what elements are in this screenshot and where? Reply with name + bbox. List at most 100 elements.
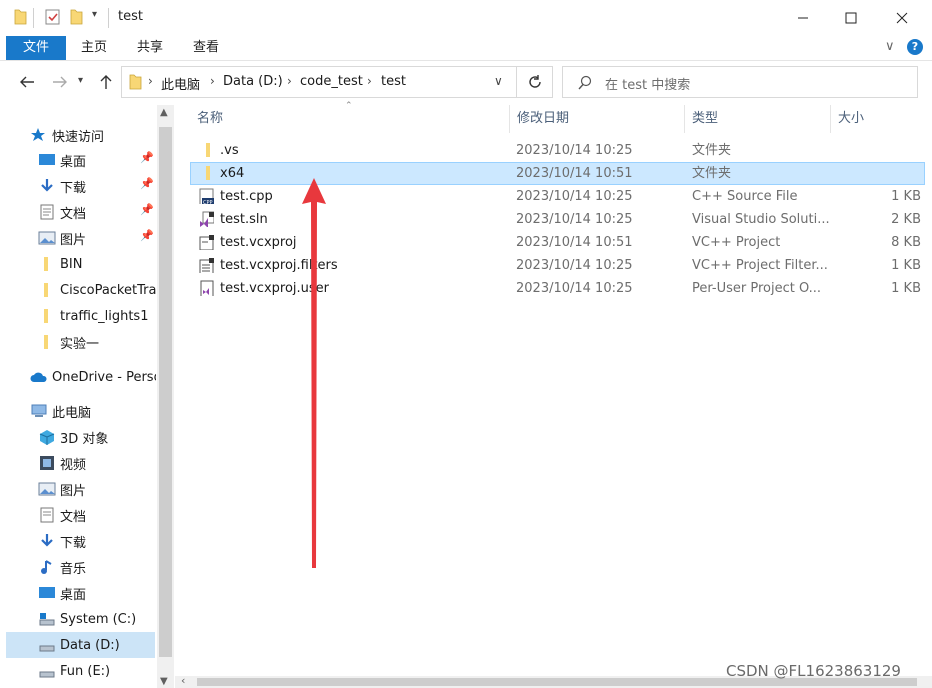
sidebar-item-data-d[interactable]: Data (D:) bbox=[6, 632, 155, 658]
drive-c-icon bbox=[39, 613, 55, 626]
sidebar-item-label: 音乐 bbox=[60, 561, 87, 577]
star-icon bbox=[31, 128, 45, 141]
file-name: x64 bbox=[220, 166, 245, 181]
back-button[interactable] bbox=[16, 71, 38, 93]
file-type: C++ Source File bbox=[692, 189, 798, 204]
breadcrumb-separator-icon: › bbox=[148, 74, 153, 88]
help-icon[interactable]: ? bbox=[907, 39, 923, 55]
maximize-button[interactable] bbox=[828, 0, 874, 36]
documents-icon bbox=[40, 204, 54, 220]
address-history-dropdown[interactable]: ∨ bbox=[494, 74, 503, 88]
cpp-file-icon: CPP bbox=[199, 188, 214, 204]
tab-view[interactable]: 查看 bbox=[182, 36, 230, 60]
breadcrumb-test[interactable]: test bbox=[381, 74, 406, 89]
up-button[interactable] bbox=[95, 71, 117, 93]
pin-icon[interactable]: 📌 bbox=[140, 151, 154, 164]
file-size: 1 KB bbox=[891, 189, 921, 204]
folder-icon bbox=[44, 335, 48, 349]
search-icon bbox=[578, 75, 592, 90]
filters-file-icon bbox=[199, 258, 214, 273]
watermark: CSDN @FL1623863129 bbox=[726, 662, 901, 680]
file-size: 1 KB bbox=[891, 281, 921, 296]
sidebar-item-label: Data (D:) bbox=[60, 637, 120, 653]
file-type: Visual Studio Soluti... bbox=[692, 212, 830, 227]
sidebar-item-label: 图片 bbox=[60, 483, 87, 499]
3d-objects-icon bbox=[39, 430, 55, 445]
minimize-button[interactable] bbox=[780, 0, 826, 36]
file-name: test.cpp bbox=[220, 189, 273, 204]
sidebar-item-label: 3D 对象 bbox=[60, 431, 109, 447]
scroll-down-icon[interactable]: ▼ bbox=[160, 676, 168, 687]
file-name: test.vcxproj bbox=[220, 235, 297, 250]
sidebar-item-label: BIN bbox=[60, 256, 83, 272]
close-button[interactable] bbox=[879, 0, 925, 36]
scroll-up-icon[interactable]: ▲ bbox=[160, 107, 168, 118]
forward-button[interactable] bbox=[49, 71, 71, 93]
sidebar-item-label: Fun (E:) bbox=[60, 663, 111, 679]
vcxproj-file-icon bbox=[199, 235, 214, 250]
sidebar-item-label: 文档 bbox=[60, 206, 87, 222]
folder-icon bbox=[206, 166, 210, 180]
title-bar: ▾ test bbox=[0, 0, 932, 36]
tab-file[interactable]: 文件 bbox=[6, 36, 66, 60]
file-type: Per-User Project O... bbox=[692, 281, 822, 296]
sidebar-item-label: 实验一 bbox=[60, 336, 100, 352]
cloud-icon bbox=[30, 372, 47, 382]
column-header-modified[interactable]: 修改日期 bbox=[510, 105, 685, 133]
sidebar-item-traffic-lights1[interactable]: traffic_lights1 bbox=[38, 303, 156, 329]
column-header-size[interactable]: 大小 bbox=[831, 105, 925, 133]
file-modified: 2023/10/14 10:25 bbox=[516, 281, 633, 296]
file-size bbox=[840, 162, 921, 185]
tab-share[interactable]: 共享 bbox=[126, 36, 174, 60]
sidebar-item-ciscopackettracer[interactable]: CiscoPacketTra bbox=[38, 277, 156, 303]
sidebar-item-label: 快速访问 bbox=[52, 129, 105, 145]
search-placeholder: 在 test 中搜索 bbox=[605, 78, 691, 93]
scroll-left-icon[interactable]: ‹ bbox=[181, 674, 185, 687]
address-bar[interactable]: › 此电脑 › Data (D:) › code_test › test ∨ bbox=[121, 66, 517, 98]
close-icon bbox=[896, 12, 908, 24]
tab-home[interactable]: 主页 bbox=[70, 36, 118, 60]
sidebar-item-label: 下载 bbox=[60, 180, 87, 196]
new-folder-icon[interactable] bbox=[69, 9, 83, 25]
pin-icon[interactable]: 📌 bbox=[140, 203, 154, 216]
sidebar-item-onedrive[interactable]: OneDrive - Perso bbox=[30, 364, 156, 390]
sidebar-item-label: 此电脑 bbox=[52, 405, 92, 421]
user-file-icon bbox=[200, 280, 214, 296]
file-list-header: 名称 ⌃ 修改日期 类型 大小 bbox=[190, 101, 925, 133]
documents-icon bbox=[40, 507, 54, 523]
folder-icon bbox=[14, 9, 27, 25]
breadcrumb-separator-icon: › bbox=[287, 74, 292, 88]
search-box[interactable]: 在 test 中搜索 bbox=[562, 66, 918, 98]
file-size: 8 KB bbox=[891, 235, 921, 250]
nav-pane-scroll-thumb[interactable] bbox=[159, 127, 172, 657]
music-icon bbox=[41, 560, 52, 574]
back-arrow-icon bbox=[20, 76, 34, 88]
pin-icon[interactable]: 📌 bbox=[140, 177, 154, 190]
forward-arrow-icon bbox=[53, 76, 67, 88]
file-modified: 2023/10/14 10:25 bbox=[516, 212, 633, 227]
videos-icon bbox=[40, 456, 54, 470]
window-title: test bbox=[118, 9, 143, 24]
sidebar-item-label: CiscoPacketTra bbox=[60, 282, 156, 298]
folder-icon bbox=[44, 257, 48, 271]
file-modified: 2023/10/14 10:51 bbox=[516, 235, 633, 250]
pin-icon[interactable]: 📌 bbox=[140, 229, 154, 242]
customize-toolbar-icon[interactable]: ▾ bbox=[92, 9, 97, 20]
column-header-type[interactable]: 类型 bbox=[685, 105, 831, 133]
sidebar-item-label: 下载 bbox=[60, 535, 87, 551]
file-row-vs[interactable]: .vs 2023/10/14 10:25 文件夹 bbox=[190, 139, 925, 162]
file-modified: 2023/10/14 10:25 bbox=[516, 189, 633, 204]
breadcrumb-this-pc[interactable]: 此电脑 bbox=[161, 74, 200, 93]
breadcrumb-separator-icon: › bbox=[367, 74, 372, 88]
refresh-button[interactable] bbox=[517, 66, 553, 98]
properties-check-icon[interactable] bbox=[45, 9, 61, 25]
folder-icon bbox=[129, 74, 142, 90]
sidebar-item-quick-access[interactable]: 快速访问 bbox=[30, 122, 175, 148]
breadcrumb-code-test[interactable]: code_test bbox=[300, 74, 363, 89]
folder-icon bbox=[44, 283, 48, 297]
pictures-icon bbox=[38, 482, 56, 496]
sidebar-item-label: traffic_lights1 bbox=[60, 308, 149, 324]
breadcrumb-data-d[interactable]: Data (D:) bbox=[223, 74, 283, 89]
recent-locations-icon[interactable]: ▾ bbox=[78, 75, 83, 86]
expand-ribbon-icon[interactable]: ∨ bbox=[885, 39, 895, 54]
